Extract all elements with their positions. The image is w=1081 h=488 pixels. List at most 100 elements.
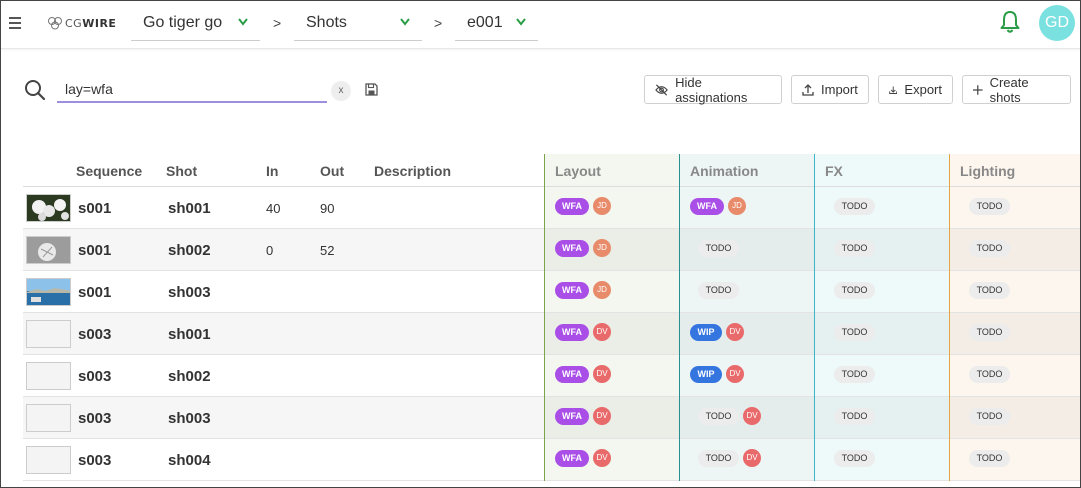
shot-cell[interactable]: sh003: [168, 284, 211, 301]
lighting-status-badge[interactable]: TODO: [969, 198, 1010, 215]
animation-status-badge[interactable]: WFA: [690, 198, 724, 215]
shot-cell[interactable]: sh002: [168, 242, 211, 259]
create-shots-button[interactable]: Create shots: [962, 74, 1071, 105]
export-label: Export: [904, 82, 942, 97]
assignee-avatar[interactable]: JD: [593, 281, 611, 299]
assignee-avatar[interactable]: DV: [726, 365, 744, 383]
lighting-status-badge[interactable]: TODO: [969, 282, 1010, 299]
production-select[interactable]: Go tiger go: [131, 9, 260, 41]
sequence-cell[interactable]: s003: [78, 326, 111, 343]
assignee-avatar[interactable]: DV: [593, 365, 611, 383]
logo-icon: [48, 17, 62, 30]
animation-status-badge[interactable]: WIP: [690, 366, 722, 383]
layout-status-badge[interactable]: WFA: [555, 450, 589, 467]
lighting-status-badge[interactable]: TODO: [969, 324, 1010, 341]
table-row[interactable]: s001 sh001 40 90 WFA JD WFA JD TODO TODO: [23, 187, 1080, 229]
shot-thumbnail[interactable]: [26, 278, 71, 306]
header-sequence[interactable]: Sequence: [76, 163, 142, 179]
layout-status-badge[interactable]: WFA: [555, 198, 589, 215]
assignee-avatar[interactable]: DV: [593, 407, 611, 425]
frame-in-cell[interactable]: 0: [266, 243, 273, 258]
frame-out-cell[interactable]: 90: [320, 201, 334, 216]
shot-thumbnail[interactable]: [26, 446, 71, 474]
sequence-cell[interactable]: s001: [78, 242, 111, 259]
logo[interactable]: CGWIRE: [47, 14, 116, 32]
assignee-avatar[interactable]: DV: [593, 323, 611, 341]
fx-status-badge[interactable]: TODO: [834, 240, 875, 257]
table-row[interactable]: s001 sh002 0 52 WFA JD TODO TODO TODO: [23, 229, 1080, 271]
frame-in-cell[interactable]: 40: [266, 201, 280, 216]
assignee-avatar[interactable]: DV: [743, 407, 761, 425]
bell-icon[interactable]: [999, 10, 1021, 34]
fx-status-badge[interactable]: TODO: [834, 408, 875, 425]
shot-cell[interactable]: sh003: [168, 410, 211, 427]
layout-status-badge[interactable]: WFA: [555, 324, 589, 341]
header-fx[interactable]: FX: [825, 163, 843, 179]
sequence-cell[interactable]: s003: [78, 410, 111, 427]
shot-cell[interactable]: sh002: [168, 368, 211, 385]
layout-status-badge[interactable]: WFA: [555, 240, 589, 257]
layout-status-badge[interactable]: WFA: [555, 282, 589, 299]
animation-status-badge[interactable]: TODO: [698, 408, 739, 425]
shot-cell[interactable]: sh001: [168, 326, 211, 343]
assignee-avatar[interactable]: DV: [726, 323, 744, 341]
sequence-cell[interactable]: s003: [78, 452, 111, 469]
shot-thumbnail[interactable]: [26, 236, 71, 264]
table-row[interactable]: s003 sh004 WFA DV TODO DV TODO TODO: [23, 439, 1080, 481]
assignee-avatar[interactable]: JD: [593, 239, 611, 257]
assignee-avatar[interactable]: JD: [728, 197, 746, 215]
avatar[interactable]: GD: [1039, 5, 1075, 41]
sequence-cell[interactable]: s001: [78, 284, 111, 301]
shot-cell[interactable]: sh001: [168, 200, 211, 217]
table-row[interactable]: s003 sh002 WFA DV WIP DV TODO TODO: [23, 355, 1080, 397]
assignee-avatar[interactable]: JD: [593, 197, 611, 215]
sequence-cell[interactable]: s001: [78, 200, 111, 217]
export-button[interactable]: Export: [878, 75, 953, 104]
table-row[interactable]: s003 sh003 WFA DV TODO DV TODO TODO: [23, 397, 1080, 439]
table-row[interactable]: s003 sh001 WFA DV WIP DV TODO TODO: [23, 313, 1080, 355]
section-select[interactable]: Shots: [294, 9, 422, 41]
shot-thumbnail[interactable]: [26, 320, 71, 348]
episode-select[interactable]: e001: [455, 9, 538, 41]
hamburger-icon[interactable]: [9, 17, 23, 31]
header-layout[interactable]: Layout: [555, 163, 601, 179]
animation-status-badge[interactable]: TODO: [698, 240, 739, 257]
hide-assignations-button[interactable]: Hide assignations: [644, 75, 782, 105]
fx-status-badge[interactable]: TODO: [834, 324, 875, 341]
shot-thumbnail[interactable]: [26, 194, 71, 222]
lighting-status-badge[interactable]: TODO: [969, 408, 1010, 425]
lighting-status-badge[interactable]: TODO: [969, 240, 1010, 257]
fx-status-badge[interactable]: TODO: [834, 282, 875, 299]
shot-thumbnail[interactable]: [26, 404, 71, 432]
shot-cell[interactable]: sh004: [168, 452, 211, 469]
animation-status-badge[interactable]: TODO: [698, 450, 739, 467]
assignee-avatar[interactable]: DV: [743, 449, 761, 467]
logo-text: CGWIRE: [65, 16, 117, 30]
header-description[interactable]: Description: [374, 163, 451, 179]
assignee-avatar[interactable]: DV: [593, 449, 611, 467]
header-animation[interactable]: Animation: [690, 163, 758, 179]
lighting-status-badge[interactable]: TODO: [969, 366, 1010, 383]
fx-status-badge[interactable]: TODO: [834, 198, 875, 215]
layout-status-badge[interactable]: WFA: [555, 408, 589, 425]
animation-status-badge[interactable]: TODO: [698, 282, 739, 299]
search-input[interactable]: [57, 77, 327, 103]
sequence-cell[interactable]: s003: [78, 368, 111, 385]
save-icon[interactable]: [365, 83, 378, 96]
header-out[interactable]: Out: [320, 163, 344, 179]
header-lighting[interactable]: Lighting: [960, 163, 1015, 179]
table-row[interactable]: s001 sh003 WFA JD TODO TODO TODO: [23, 271, 1080, 313]
animation-status-badge[interactable]: WIP: [690, 324, 722, 341]
fx-status-badge[interactable]: TODO: [834, 450, 875, 467]
create-shots-label: Create shots: [989, 74, 1029, 105]
import-button[interactable]: Import: [791, 75, 869, 104]
chevron-down-icon: [516, 18, 526, 26]
lighting-status-badge[interactable]: TODO: [969, 450, 1010, 467]
layout-status-badge[interactable]: WFA: [555, 366, 589, 383]
shot-thumbnail[interactable]: [26, 362, 71, 390]
clear-search-button[interactable]: x: [331, 81, 351, 101]
frame-out-cell[interactable]: 52: [320, 243, 334, 258]
header-shot[interactable]: Shot: [166, 163, 197, 179]
fx-status-badge[interactable]: TODO: [834, 366, 875, 383]
header-in[interactable]: In: [266, 163, 278, 179]
